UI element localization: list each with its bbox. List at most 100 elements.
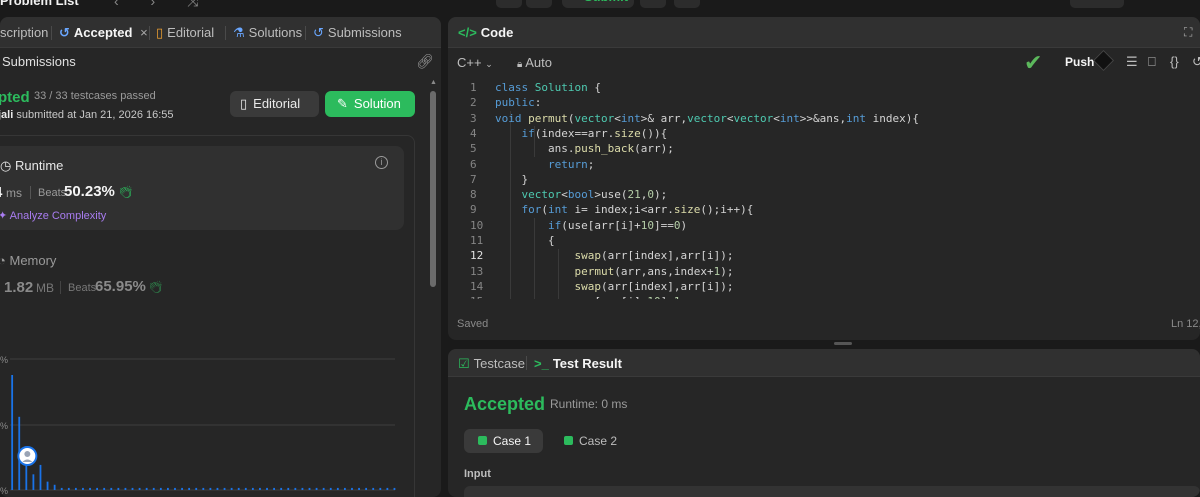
submitter-name[interactable]: jali bbox=[0, 109, 13, 121]
scroll-thumb[interactable] bbox=[430, 91, 436, 287]
checkbox-icon: ☑ bbox=[458, 356, 470, 371]
submit-button[interactable]: Submit bbox=[562, 0, 634, 8]
code-line[interactable]: 4 if(index==arr.size()){ bbox=[448, 127, 1200, 142]
layout-toggle-button[interactable] bbox=[1070, 0, 1124, 8]
analyze-complexity-button[interactable]: ✦ Analyze Complexity bbox=[0, 209, 106, 222]
code-line[interactable]: 15 use[arr[i]+10]=1; bbox=[448, 295, 1200, 299]
input-label: Input bbox=[464, 468, 491, 480]
case-2-tab[interactable]: Case 2 bbox=[550, 429, 630, 453]
tab-submissions[interactable]: ↺ Submissions bbox=[313, 25, 402, 41]
info-icon[interactable]: i bbox=[375, 156, 388, 169]
memory-label[interactable]: ◔ Memory bbox=[0, 253, 56, 268]
code-line[interactable]: 10 if(use[arr[i]+10]==0) bbox=[448, 219, 1200, 234]
code-line[interactable]: 1 class Solution { bbox=[448, 81, 1200, 96]
code-text: permut(arr,ans,index+1); bbox=[574, 264, 734, 278]
chart-bar bbox=[322, 487, 325, 490]
code-icon: </> bbox=[458, 25, 477, 40]
code-line[interactable]: 11 { bbox=[448, 234, 1200, 249]
code-text: } bbox=[495, 172, 529, 186]
memory-beats-label: Beats bbox=[68, 282, 97, 294]
tab-accepted[interactable]: ↺ Accepted × bbox=[59, 25, 148, 41]
chart-bar bbox=[202, 487, 205, 490]
pass-dot-icon bbox=[564, 436, 573, 445]
reset-icon[interactable]: ↺ bbox=[1192, 54, 1200, 70]
lock-icon: 🔒︎ bbox=[517, 59, 523, 70]
tab-editorial[interactable]: ▯ Editorial bbox=[156, 25, 214, 41]
y-tick-label: % bbox=[0, 486, 8, 496]
code-line[interactable]: 6 return; bbox=[448, 158, 1200, 173]
debug-button[interactable] bbox=[496, 0, 522, 8]
close-tab-icon[interactable]: × bbox=[140, 25, 148, 40]
chart-bar bbox=[216, 487, 219, 490]
test-status: Accepted bbox=[464, 394, 546, 414]
code-text: { bbox=[495, 234, 555, 247]
editorial-button[interactable]: ▯ Editorial bbox=[230, 91, 319, 117]
bookmark-icon[interactable]: ⎕ bbox=[1148, 54, 1156, 70]
braces-icon[interactable]: {} bbox=[1170, 54, 1179, 69]
tab-description[interactable]: scription bbox=[0, 25, 48, 40]
chart-bar bbox=[181, 487, 183, 490]
problem-list-link[interactable]: Problem List bbox=[0, 0, 79, 8]
code-line[interactable]: 12 swap(arr[index],arr[i]); bbox=[448, 249, 1200, 264]
left-scrollbar[interactable]: ▲ bbox=[430, 79, 437, 497]
auto-mode-toggle[interactable]: 🔒︎ Auto bbox=[517, 55, 552, 70]
expand-icon[interactable]: ⛶ bbox=[1184, 25, 1192, 40]
problem-nav-arrows[interactable]: ‹ › ⤨ bbox=[114, 0, 212, 10]
tab-solutions[interactable]: ⚗ Solutions bbox=[233, 25, 302, 41]
chart-bar bbox=[32, 474, 35, 490]
chart-bar bbox=[188, 487, 191, 490]
chart-bar bbox=[117, 487, 120, 490]
chart-bar bbox=[358, 487, 360, 490]
upload-button[interactable] bbox=[674, 0, 700, 8]
push-button[interactable]: Push bbox=[1065, 55, 1094, 69]
code-line[interactable]: 2 public: bbox=[448, 96, 1200, 111]
runtime-label: ◷ Runtime bbox=[0, 158, 64, 173]
code-line[interactable]: 9 for(int i= index;i<arr.size();i++){ bbox=[448, 203, 1200, 218]
chart-bar bbox=[280, 487, 283, 490]
code-line[interactable]: 3 void permut(vector<int>& arr,vector<vec… bbox=[448, 112, 1200, 127]
panel-resize-handle[interactable] bbox=[834, 342, 852, 345]
scroll-up-icon[interactable]: ▲ bbox=[430, 79, 437, 86]
chart-bar bbox=[110, 487, 113, 490]
notes-button[interactable] bbox=[640, 0, 666, 8]
language-select[interactable]: C++ ⌄ bbox=[457, 55, 493, 70]
runtime-beats-label: Beats bbox=[38, 187, 67, 199]
test-runtime: Runtime: 0 ms bbox=[550, 397, 628, 411]
chart-bar bbox=[329, 487, 332, 490]
editor-toolbar: C++ ⌄ 🔒︎ Auto ✔ Push ☰ ⎕ {} ↺ bbox=[448, 49, 1200, 75]
code-line[interactable]: 14 swap(arr[index],arr[i]); bbox=[448, 280, 1200, 295]
format-icon[interactable]: ☰ bbox=[1126, 54, 1138, 70]
runtime-card[interactable]: ◷ Runtime i 4 ms Beats 50.23% 👏︎ ✦ Analy… bbox=[0, 146, 404, 230]
code-line[interactable]: 8 vector<bool>use(21,0); bbox=[448, 188, 1200, 203]
memory-value: 1.82 bbox=[4, 279, 34, 296]
runtime-distribution-chart[interactable]: %%%36ms71ms107ms bbox=[0, 335, 400, 497]
tab-divider bbox=[305, 26, 306, 40]
chart-bar bbox=[315, 487, 318, 490]
chart-bar bbox=[244, 487, 247, 490]
share-link-icon[interactable]: 🔗︎ bbox=[416, 53, 434, 70]
tab-testcase[interactable]: ☑ Testcase bbox=[458, 356, 525, 372]
solution-button[interactable]: ✎ Solution bbox=[325, 91, 415, 117]
tab-divider bbox=[149, 26, 150, 40]
tab-test-result[interactable]: >_ Test Result bbox=[534, 356, 622, 371]
code-text: for(int i= index;i<arr.size();i++){ bbox=[521, 203, 754, 217]
chart-bar bbox=[74, 487, 77, 490]
code-text: if(index==arr.size()){ bbox=[521, 126, 668, 140]
run-button[interactable] bbox=[526, 0, 552, 8]
chart-bar bbox=[223, 487, 226, 490]
chart-bar bbox=[259, 487, 261, 490]
tab-divider bbox=[51, 26, 52, 40]
case-1-tab[interactable]: Case 1 bbox=[464, 429, 543, 453]
code-line[interactable]: 5 ans.push_back(arr); bbox=[448, 142, 1200, 157]
top-navigation-bar: Problem List ‹ › ⤨ Submit bbox=[0, 0, 1200, 14]
code-text: swap(arr[index],arr[i]); bbox=[574, 249, 734, 263]
chart-bar bbox=[386, 487, 389, 490]
github-icon[interactable] bbox=[1092, 49, 1115, 72]
chart-bar bbox=[393, 487, 396, 490]
code-line[interactable]: 13 permut(arr,ans,index+1); bbox=[448, 265, 1200, 280]
code-line[interactable]: 7 } bbox=[448, 173, 1200, 188]
chart-bar bbox=[96, 487, 99, 490]
all-submissions-link[interactable]: Submissions bbox=[2, 54, 76, 69]
code-editor[interactable]: 1 class Solution {2 public: 3 void permut(ve… bbox=[448, 81, 1200, 299]
book-icon: ▯ bbox=[156, 25, 164, 40]
